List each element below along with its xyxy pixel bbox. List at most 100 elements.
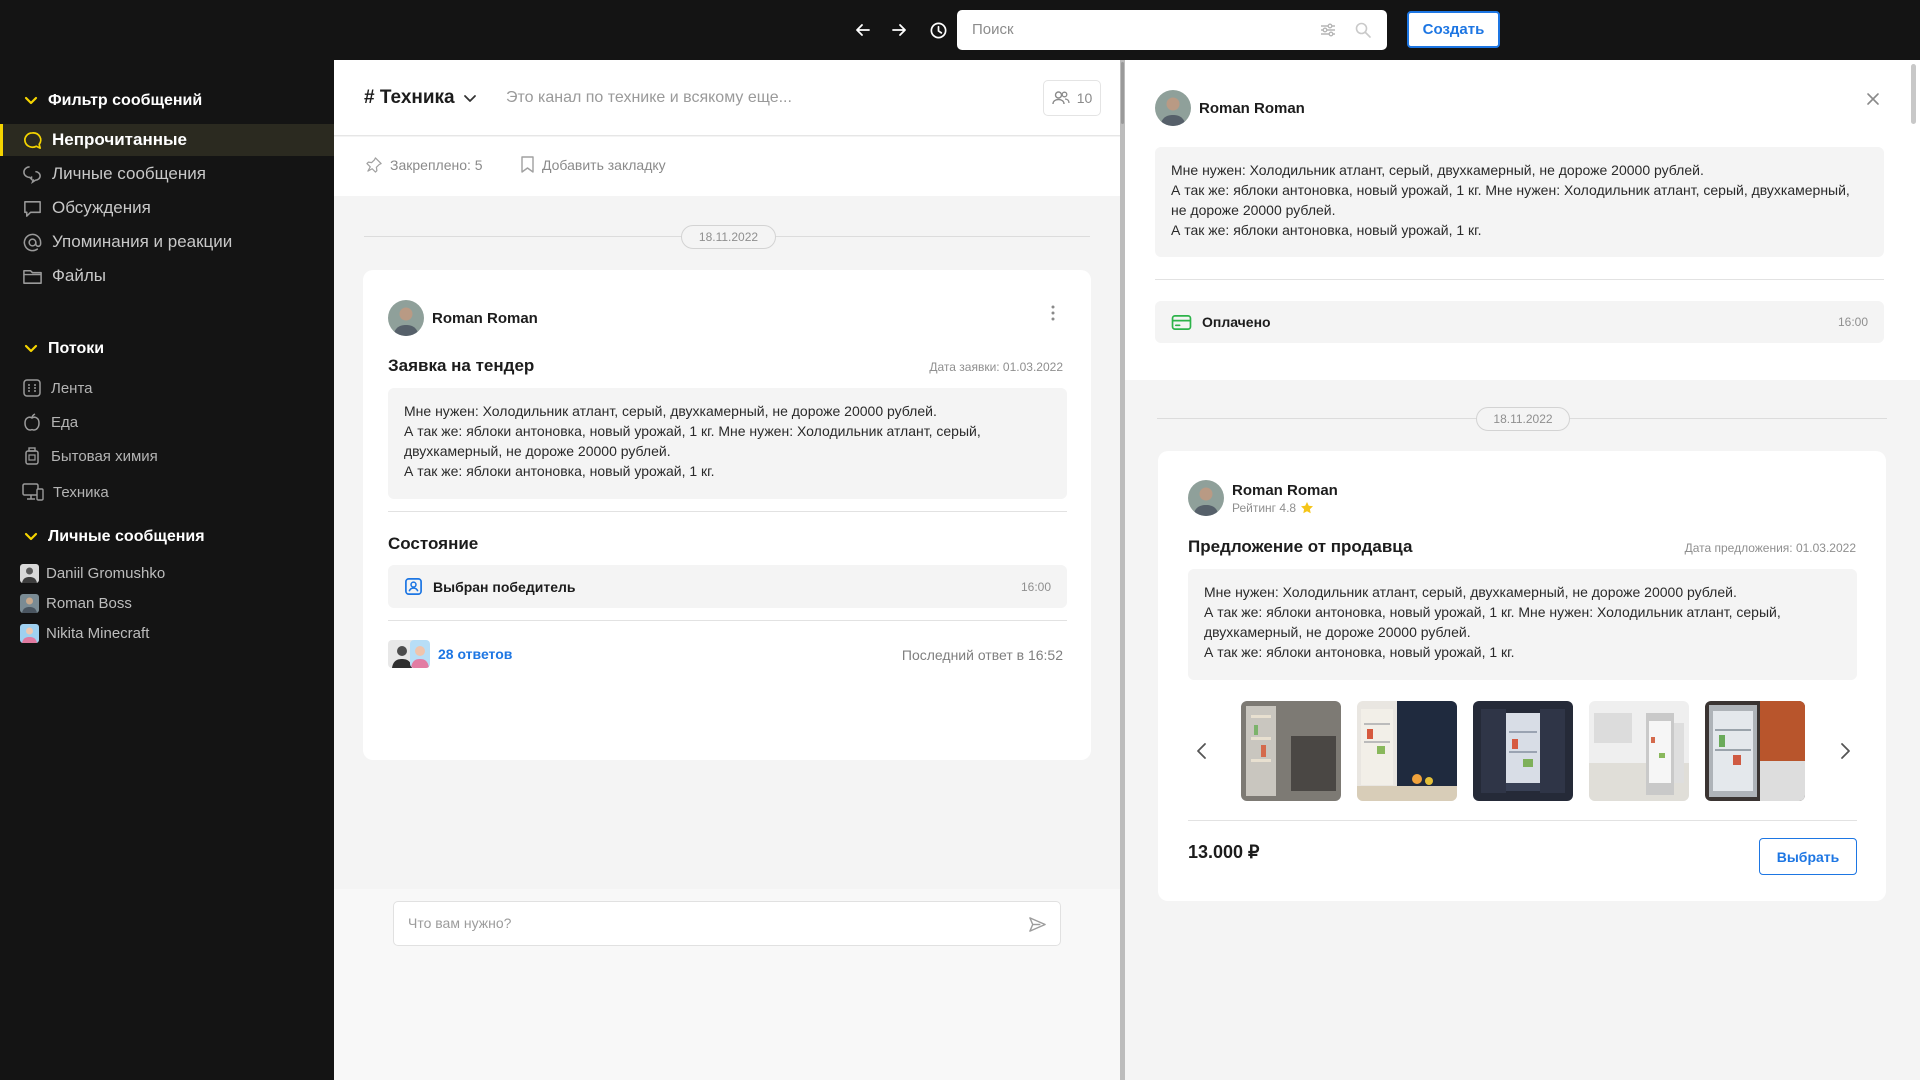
offer-body: Мне нужен: Холодильник атлант, серый, дв… [1188, 569, 1857, 680]
divider [1188, 820, 1857, 821]
sidebar-item-household-chemicals[interactable]: Бытовая химия [0, 440, 334, 472]
gallery-thumb[interactable] [1357, 701, 1457, 801]
body-line: Мне нужен: Холодильник атлант, серый, дв… [404, 403, 937, 419]
pinned-button[interactable]: Закреплено: 5 [366, 156, 483, 173]
choose-button[interactable]: Выбрать [1759, 838, 1857, 875]
more-menu-button[interactable] [1043, 303, 1063, 323]
pin-icon [366, 157, 382, 173]
resize-knob [1121, 62, 1124, 124]
post-title: Заявка на тендер [388, 356, 535, 375]
thread-panel: Roman Roman Мне нужен: Холодильник атлан… [1125, 60, 1920, 1080]
offer-date: Дата предложения: 01.03.2022 [1684, 541, 1856, 555]
gallery-prev-button[interactable] [1195, 741, 1209, 761]
dm-item-roman[interactable]: Roman Boss [20, 594, 132, 613]
post-author[interactable]: Roman Roman [388, 300, 538, 336]
streams-title: Потоки [48, 340, 105, 357]
reply-avatars [388, 640, 432, 668]
chat-bubble-icon [24, 131, 42, 149]
avatar [410, 640, 430, 668]
sidebar-item-discussions[interactable]: Обсуждения [0, 192, 334, 224]
chevron-right-icon [1841, 743, 1850, 759]
thread-author[interactable]: Roman Roman [1155, 90, 1305, 126]
avatar [388, 300, 424, 336]
date-pill: 18.11.2022 [681, 225, 776, 249]
sidebar-item-feed[interactable]: Лента [0, 372, 334, 404]
thread-body: Мне нужен: Холодильник атлант, серый, дв… [1155, 147, 1884, 257]
payment-status-row: Оплачено 16:00 [1155, 301, 1884, 343]
sidebar-item-food[interactable]: Еда [0, 406, 334, 438]
gallery-thumb[interactable] [1473, 701, 1573, 801]
state-time: 16:00 [1020, 579, 1051, 594]
avatar [1155, 90, 1191, 126]
search-placeholder: Поиск [972, 21, 1014, 38]
tender-card: Roman Roman Заявка на тендер Дата заявки… [363, 270, 1091, 760]
message-input[interactable]: Что вам нужно? [393, 901, 1061, 946]
top-bar: Поиск Создать [0, 0, 1920, 60]
credit-card-icon [1171, 314, 1192, 330]
thread-scrollbar[interactable] [1911, 64, 1916, 124]
comment-icon [24, 200, 41, 217]
sidebar-item-files[interactable]: Файлы [0, 260, 334, 292]
gallery-thumb[interactable] [1241, 701, 1341, 801]
dm-name: Roman Boss [46, 595, 132, 612]
composer-area: Что вам нужно? [334, 889, 1120, 1080]
forward-button[interactable] [886, 17, 912, 43]
users-icon [1052, 91, 1070, 105]
search-icon[interactable] [1354, 21, 1372, 39]
last-reply: Последний ответ в 16:52 [901, 647, 1063, 663]
members-button[interactable]: 10 [1043, 80, 1101, 116]
channel-title: # Техника [364, 87, 455, 108]
request-date: Дата заявки: 01.03.2022 [929, 360, 1063, 374]
sidebar-item-mentions[interactable]: Упоминания и реакции [0, 226, 334, 258]
state-row: Выбран победитель 16:00 [388, 565, 1067, 608]
body-line: А так же: яблоки антоновка, новый урожай… [1171, 182, 1850, 198]
sidebar-item-unread[interactable]: Непрочитанные [0, 124, 334, 156]
gallery-thumb[interactable] [1705, 701, 1805, 801]
sidebar-item-electronics[interactable]: Техника [0, 476, 334, 508]
search-field[interactable]: Поиск [957, 10, 1387, 50]
add-bookmark-button[interactable]: Добавить закладку [520, 156, 666, 173]
body-line: А так же: яблоки антоновка, новый урожай… [1171, 222, 1482, 238]
streams-header[interactable]: Потоки [24, 340, 104, 358]
close-button[interactable] [1864, 90, 1884, 110]
channel-title-dropdown[interactable]: # Техника [364, 87, 477, 109]
history-icon [930, 22, 946, 38]
back-button[interactable] [850, 17, 876, 43]
members-count: 10 [1076, 90, 1093, 106]
create-button[interactable]: Создать [1407, 11, 1500, 48]
at-icon [23, 233, 42, 251]
sidebar-item-label: Техника [53, 483, 109, 501]
sidebar-item-label: Файлы [52, 266, 107, 285]
body-line: двухкамерный, не дороже 20000 рублей. [404, 443, 671, 459]
body-line: А так же: яблоки антоновка, новый урожай… [404, 463, 715, 479]
filter-icon[interactable] [1319, 21, 1337, 39]
rating-value: Рейтинг 4.8 [1232, 500, 1297, 515]
gallery-thumb[interactable] [1589, 701, 1689, 801]
message-filter-header[interactable]: Фильтр сообщений [24, 92, 202, 110]
offer-card: Roman Roman Рейтинг 4.8 Предложение от п… [1158, 451, 1886, 901]
message-placeholder: Что вам нужно? [408, 915, 512, 931]
offer-price: 13.000 ₽ [1188, 842, 1260, 862]
divider [1155, 279, 1884, 280]
replies-link[interactable]: 28 ответов [388, 640, 512, 668]
history-button[interactable] [925, 17, 951, 43]
offer-author[interactable]: Roman Roman Рейтинг 4.8 [1188, 480, 1338, 516]
channel-panel: # Техника Это канал по технике и всякому… [334, 60, 1120, 1080]
avatar [20, 594, 39, 613]
dm-item-nikita[interactable]: Nikita Minecraft [20, 624, 149, 643]
apple-icon [24, 413, 40, 431]
payment-status-label: Оплачено [1202, 314, 1271, 330]
channel-subbar: Закреплено: 5 Добавить закладку [334, 137, 1120, 196]
message-filter-title: Фильтр сообщений [48, 92, 203, 109]
image-gallery [1158, 701, 1886, 801]
chevron-down-icon [24, 532, 38, 541]
sidebar-item-direct-messages[interactable]: Личные сообщения [0, 158, 334, 190]
body-line: не дороже 20000 рублей. [1171, 202, 1336, 218]
gallery-next-button[interactable] [1838, 741, 1852, 761]
dm-item-daniil[interactable]: Daniil Gromushko [20, 564, 165, 583]
sidebar: Фильтр сообщений Непрочитанные Личные со… [0, 60, 334, 1080]
send-icon[interactable] [1028, 915, 1047, 934]
avatar [20, 564, 39, 583]
dm-header[interactable]: Личные сообщения [24, 528, 205, 546]
chevron-down-icon [463, 95, 476, 102]
